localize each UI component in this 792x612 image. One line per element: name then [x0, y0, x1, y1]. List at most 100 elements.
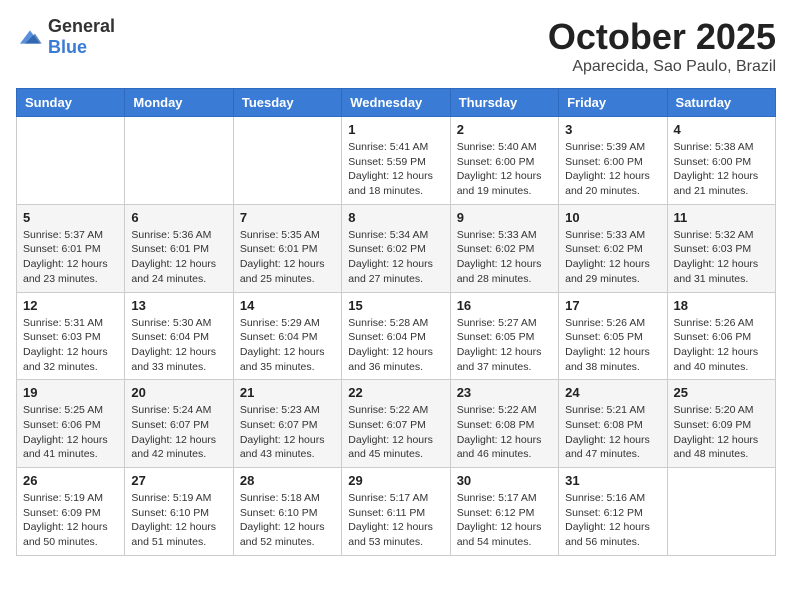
day-number: 13: [131, 298, 226, 313]
month-title: October 2025: [548, 16, 776, 58]
logo-general: General: [48, 16, 115, 36]
calendar-cell: 27 Sunrise: 5:19 AM Sunset: 6:10 PM Dayli…: [125, 468, 233, 556]
day-number: 5: [23, 210, 118, 225]
day-info: Sunrise: 5:26 AM Sunset: 6:06 PM Dayligh…: [674, 316, 769, 375]
day-number: 23: [457, 385, 552, 400]
calendar-week-row: 26 Sunrise: 5:19 AM Sunset: 6:09 PM Dayli…: [17, 468, 776, 556]
day-info: Sunrise: 5:30 AM Sunset: 6:04 PM Dayligh…: [131, 316, 226, 375]
calendar-cell: 9 Sunrise: 5:33 AM Sunset: 6:02 PM Daylig…: [450, 204, 558, 292]
calendar-week-row: 12 Sunrise: 5:31 AM Sunset: 6:03 PM Dayli…: [17, 292, 776, 380]
day-info: Sunrise: 5:34 AM Sunset: 6:02 PM Dayligh…: [348, 228, 443, 287]
day-info: Sunrise: 5:16 AM Sunset: 6:12 PM Dayligh…: [565, 491, 660, 550]
calendar-cell: 23Sunrise: 5:22 AM Sunset: 6:08 PM Dayli…: [450, 380, 558, 468]
calendar-cell: 28Sunrise: 5:18 AM Sunset: 6:10 PM Dayli…: [233, 468, 341, 556]
day-number: 29: [348, 473, 443, 488]
day-info: Sunrise: 5:22 AM Sunset: 6:07 PM Dayligh…: [348, 403, 443, 462]
calendar-cell: 1 Sunrise: 5:41 AM Sunset: 5:59 PM Daylig…: [342, 117, 450, 205]
day-number: 19: [23, 385, 118, 400]
day-info: Sunrise: 5:37 AM Sunset: 6:01 PM Dayligh…: [23, 228, 118, 287]
day-info: Sunrise: 5:20 AM Sunset: 6:09 PM Dayligh…: [674, 403, 769, 462]
calendar-cell: 20 Sunrise: 5:24 AM Sunset: 6:07 PM Dayli…: [125, 380, 233, 468]
calendar-week-row: 5 Sunrise: 5:37 AM Sunset: 6:01 PM Daylig…: [17, 204, 776, 292]
day-number: 9: [457, 210, 552, 225]
day-number: 14: [240, 298, 335, 313]
day-info: Sunrise: 5:38 AM Sunset: 6:00 PM Dayligh…: [674, 140, 769, 199]
day-info: Sunrise: 5:32 AM Sunset: 6:03 PM Dayligh…: [674, 228, 769, 287]
calendar-cell: 17 Sunrise: 5:26 AM Sunset: 6:05 PM Dayli…: [559, 292, 667, 380]
calendar-cell: 25 Sunrise: 5:20 AM Sunset: 6:09 PM Dayli…: [667, 380, 775, 468]
calendar-cell: 12 Sunrise: 5:31 AM Sunset: 6:03 PM Dayli…: [17, 292, 125, 380]
day-info: Sunrise: 5:24 AM Sunset: 6:07 PM Dayligh…: [131, 403, 226, 462]
calendar-cell: [233, 117, 341, 205]
day-number: 15: [348, 298, 443, 313]
calendar-cell: 26 Sunrise: 5:19 AM Sunset: 6:09 PM Dayli…: [17, 468, 125, 556]
day-number: 20: [131, 385, 226, 400]
day-info: Sunrise: 5:40 AM Sunset: 6:00 PM Dayligh…: [457, 140, 552, 199]
day-number: 26: [23, 473, 118, 488]
day-info: Sunrise: 5:29 AM Sunset: 6:04 PM Dayligh…: [240, 316, 335, 375]
calendar-cell: 7 Sunrise: 5:35 AM Sunset: 6:01 PM Daylig…: [233, 204, 341, 292]
calendar-cell: 4 Sunrise: 5:38 AM Sunset: 6:00 PM Daylig…: [667, 117, 775, 205]
day-number: 22: [348, 385, 443, 400]
day-of-week-header: Tuesday: [233, 89, 341, 117]
day-number: 17: [565, 298, 660, 313]
day-number: 16: [457, 298, 552, 313]
logo: General Blue: [16, 16, 115, 58]
calendar-cell: 11 Sunrise: 5:32 AM Sunset: 6:03 PM Dayli…: [667, 204, 775, 292]
day-number: 11: [674, 210, 769, 225]
calendar-header-row: SundayMondayTuesdayWednesdayThursdayFrid…: [17, 89, 776, 117]
day-number: 27: [131, 473, 226, 488]
day-info: Sunrise: 5:35 AM Sunset: 6:01 PM Dayligh…: [240, 228, 335, 287]
day-info: Sunrise: 5:23 AM Sunset: 6:07 PM Dayligh…: [240, 403, 335, 462]
calendar-week-row: 19 Sunrise: 5:25 AM Sunset: 6:06 PM Dayli…: [17, 380, 776, 468]
day-info: Sunrise: 5:19 AM Sunset: 6:10 PM Dayligh…: [131, 491, 226, 550]
calendar-cell: 29 Sunrise: 5:17 AM Sunset: 6:11 PM Dayli…: [342, 468, 450, 556]
calendar-cell: [125, 117, 233, 205]
calendar-cell: 16 Sunrise: 5:27 AM Sunset: 6:05 PM Dayli…: [450, 292, 558, 380]
day-number: 8: [348, 210, 443, 225]
day-info: Sunrise: 5:27 AM Sunset: 6:05 PM Dayligh…: [457, 316, 552, 375]
day-of-week-header: Thursday: [450, 89, 558, 117]
day-number: 7: [240, 210, 335, 225]
calendar-cell: 6 Sunrise: 5:36 AM Sunset: 6:01 PM Daylig…: [125, 204, 233, 292]
day-info: Sunrise: 5:33 AM Sunset: 6:02 PM Dayligh…: [457, 228, 552, 287]
day-number: 30: [457, 473, 552, 488]
day-number: 28: [240, 473, 335, 488]
calendar-cell: 8 Sunrise: 5:34 AM Sunset: 6:02 PM Daylig…: [342, 204, 450, 292]
day-info: Sunrise: 5:39 AM Sunset: 6:00 PM Dayligh…: [565, 140, 660, 199]
calendar-table: SundayMondayTuesdayWednesdayThursdayFrid…: [16, 88, 776, 556]
calendar-cell: 24Sunrise: 5:21 AM Sunset: 6:08 PM Dayli…: [559, 380, 667, 468]
calendar-cell: 5 Sunrise: 5:37 AM Sunset: 6:01 PM Daylig…: [17, 204, 125, 292]
day-number: 25: [674, 385, 769, 400]
day-info: Sunrise: 5:26 AM Sunset: 6:05 PM Dayligh…: [565, 316, 660, 375]
calendar-cell: 15Sunrise: 5:28 AM Sunset: 6:04 PM Dayli…: [342, 292, 450, 380]
logo-icon: [16, 27, 44, 47]
day-info: Sunrise: 5:17 AM Sunset: 6:11 PM Dayligh…: [348, 491, 443, 550]
calendar-cell: 3Sunrise: 5:39 AM Sunset: 6:00 PM Daylig…: [559, 117, 667, 205]
day-info: Sunrise: 5:36 AM Sunset: 6:01 PM Dayligh…: [131, 228, 226, 287]
day-info: Sunrise: 5:31 AM Sunset: 6:03 PM Dayligh…: [23, 316, 118, 375]
calendar-cell: 13 Sunrise: 5:30 AM Sunset: 6:04 PM Dayli…: [125, 292, 233, 380]
day-number: 24: [565, 385, 660, 400]
day-number: 12: [23, 298, 118, 313]
calendar-week-row: 1 Sunrise: 5:41 AM Sunset: 5:59 PM Daylig…: [17, 117, 776, 205]
day-number: 10: [565, 210, 660, 225]
day-number: 6: [131, 210, 226, 225]
calendar-cell: 30 Sunrise: 5:17 AM Sunset: 6:12 PM Dayli…: [450, 468, 558, 556]
day-of-week-header: Saturday: [667, 89, 775, 117]
day-info: Sunrise: 5:41 AM Sunset: 5:59 PM Dayligh…: [348, 140, 443, 199]
logo-blue: Blue: [48, 37, 87, 57]
day-number: 1: [348, 122, 443, 137]
day-info: Sunrise: 5:25 AM Sunset: 6:06 PM Dayligh…: [23, 403, 118, 462]
day-info: Sunrise: 5:17 AM Sunset: 6:12 PM Dayligh…: [457, 491, 552, 550]
day-number: 18: [674, 298, 769, 313]
calendar-cell: 2Sunrise: 5:40 AM Sunset: 6:00 PM Daylig…: [450, 117, 558, 205]
location-title: Aparecida, Sao Paulo, Brazil: [548, 58, 776, 76]
day-number: 4: [674, 122, 769, 137]
day-of-week-header: Monday: [125, 89, 233, 117]
day-info: Sunrise: 5:19 AM Sunset: 6:09 PM Dayligh…: [23, 491, 118, 550]
page-header: General Blue October 2025 Aparecida, Sao…: [16, 16, 776, 76]
day-of-week-header: Friday: [559, 89, 667, 117]
day-of-week-header: Sunday: [17, 89, 125, 117]
calendar-cell: 21Sunrise: 5:23 AM Sunset: 6:07 PM Dayli…: [233, 380, 341, 468]
